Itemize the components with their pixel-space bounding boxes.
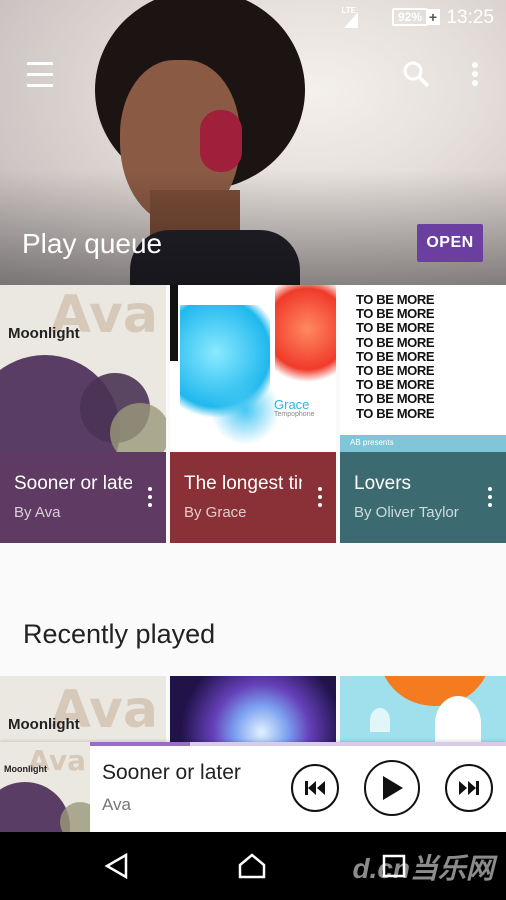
queue-card-info: Lovers By Oliver Taylor bbox=[340, 452, 506, 543]
queue-card-title: The longest time bbox=[184, 473, 302, 494]
queue-card[interactable]: Grace Tempophone The longest time By Gra… bbox=[170, 285, 336, 543]
recent-album-card[interactable] bbox=[170, 676, 336, 746]
queue-card[interactable]: TO BE MORE TO BE MORE TO BE MORE TO BE MORE… bbox=[340, 285, 506, 543]
queue-card-info: The longest time By Grace bbox=[170, 452, 336, 543]
more-vert-icon[interactable] bbox=[480, 482, 500, 512]
queue-card-subtitle: By Ava bbox=[14, 504, 61, 521]
album-art-text: Moonlight bbox=[8, 325, 80, 342]
queue-card-subtitle: By Grace bbox=[184, 504, 247, 521]
album-art-title: Grace bbox=[274, 397, 310, 412]
progress-fill bbox=[90, 742, 190, 746]
queue-card-subtitle: By Oliver Taylor bbox=[354, 504, 459, 521]
clock: 13:25 bbox=[446, 7, 494, 28]
section-title-recently-played: Recently played bbox=[23, 619, 216, 649]
open-button[interactable]: OPEN bbox=[417, 224, 483, 262]
album-art: Ava Moonlight bbox=[0, 285, 166, 452]
battery-indicator: 92% bbox=[392, 8, 428, 26]
now-playing-title: Sooner or later bbox=[102, 761, 241, 784]
album-art: TO BE MORE TO BE MORE TO BE MORE TO BE MORE… bbox=[340, 285, 506, 452]
skip-previous-icon[interactable] bbox=[291, 764, 339, 812]
search-icon[interactable] bbox=[396, 54, 436, 94]
signal-icon bbox=[344, 12, 358, 28]
more-vert-icon[interactable] bbox=[310, 482, 330, 512]
charging-icon: + bbox=[426, 9, 440, 25]
skip-next-icon[interactable] bbox=[445, 764, 493, 812]
queue-card-title: Sooner or later bbox=[14, 473, 132, 494]
watermark: d.cn当乐网 bbox=[352, 853, 494, 884]
recent-album-card[interactable]: Ava Moonlight bbox=[0, 676, 166, 746]
home-icon[interactable] bbox=[234, 848, 270, 884]
album-art-text: Moonlight bbox=[8, 716, 80, 733]
now-playing-artist: Ava bbox=[102, 795, 131, 814]
album-art-text: TO BE MORE TO BE MORE TO BE MORE TO BE MORE… bbox=[356, 292, 435, 421]
album-art-text: Moonlight bbox=[4, 764, 47, 774]
queue-card-info: Sooner or later By Ava bbox=[0, 452, 166, 543]
page-title: Play queue bbox=[22, 228, 163, 259]
queue-card-title: Lovers bbox=[354, 473, 412, 494]
mini-player[interactable]: Ava Moonlight bbox=[0, 742, 506, 832]
now-playing-art: Ava Moonlight bbox=[0, 742, 90, 832]
back-icon[interactable] bbox=[98, 848, 134, 884]
more-vert-icon[interactable] bbox=[455, 54, 495, 94]
headphones-icon bbox=[200, 110, 242, 172]
hamburger-icon[interactable] bbox=[20, 54, 60, 94]
album-art: Grace Tempophone bbox=[170, 285, 336, 452]
album-art-subtitle: Tempophone bbox=[274, 411, 315, 418]
play-icon[interactable] bbox=[364, 760, 420, 816]
more-vert-icon[interactable] bbox=[140, 482, 160, 512]
album-art-subtitle: AB presents bbox=[350, 438, 394, 447]
status-bar: LTE 92% + 13:25 bbox=[0, 0, 506, 36]
queue-card[interactable]: Ava Moonlight Sooner or later By Ava bbox=[0, 285, 166, 543]
recent-album-card[interactable] bbox=[340, 676, 506, 746]
